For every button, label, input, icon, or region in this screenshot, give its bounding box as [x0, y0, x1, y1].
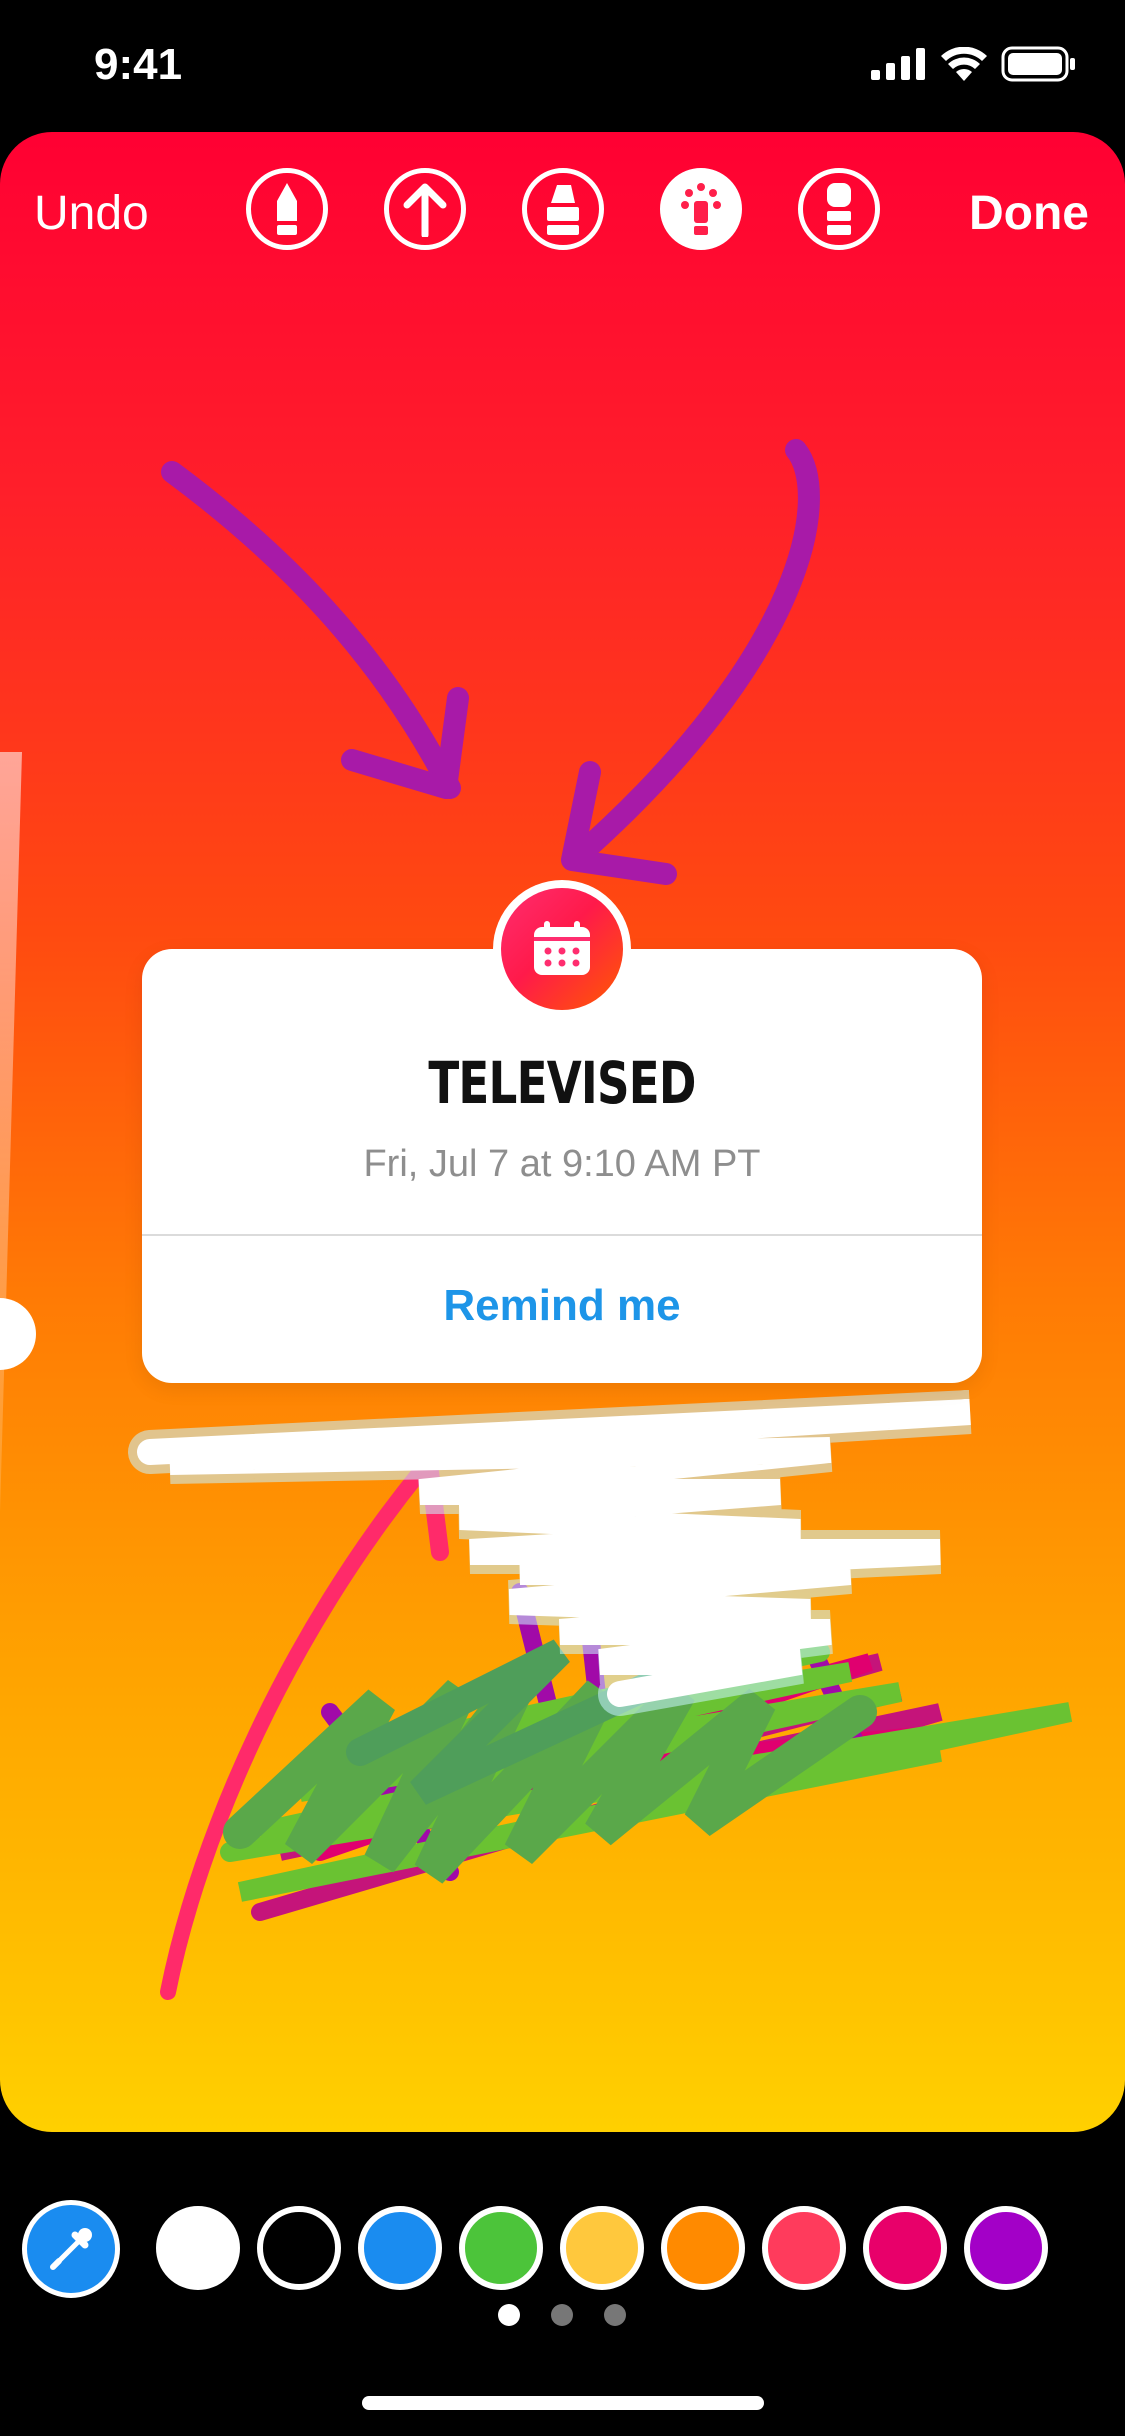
color-swatch-green[interactable]	[459, 2206, 543, 2290]
purple-arrow-right	[563, 439, 820, 871]
color-swatch-white[interactable]	[156, 2206, 240, 2290]
story-canvas[interactable]: Undo Done TELEVISED Fri, Jul 7 at 9:10 A…	[0, 132, 1125, 2132]
marker-tool-button[interactable]	[522, 168, 604, 250]
status-bar: 9:41	[0, 0, 1125, 132]
color-swatch-blue[interactable]	[358, 2206, 442, 2290]
sticker-badge	[493, 880, 631, 1018]
color-palette	[0, 2196, 1125, 2306]
event-date: Fri, Jul 7 at 9:10 AM PT	[363, 1143, 761, 1185]
marker-tool-icon	[547, 185, 579, 235]
color-swatch-yellow[interactable]	[560, 2206, 644, 2290]
neon-tool-icon	[681, 183, 721, 235]
cellular-signal-icon	[871, 48, 925, 80]
color-swatch-pink[interactable]	[863, 2206, 947, 2290]
neon-scribble	[128, 1390, 972, 1716]
palette-page-indicator[interactable]	[0, 2300, 1125, 2330]
undo-button[interactable]: Undo	[34, 186, 149, 241]
done-button[interactable]: Done	[969, 186, 1089, 241]
event-title: TELEVISED	[428, 1049, 696, 1117]
home-indicator[interactable]	[362, 2396, 764, 2410]
pen-tool-icon	[277, 183, 297, 235]
calendar-icon	[534, 921, 590, 975]
wifi-icon	[941, 47, 987, 81]
status-time: 9:41	[94, 40, 183, 89]
neon-tool-button[interactable]	[660, 168, 742, 250]
arrow-tool-icon	[403, 183, 447, 237]
page-dot[interactable]	[604, 2304, 626, 2326]
eraser-tool-icon	[827, 183, 851, 235]
page-dot[interactable]	[551, 2304, 573, 2326]
status-icons	[871, 46, 1077, 82]
battery-icon	[1001, 46, 1075, 82]
page-dot[interactable]	[498, 2304, 520, 2326]
purple-arrow-left	[161, 461, 461, 799]
sticker-divider	[142, 1234, 982, 1236]
remind-me-button[interactable]: Remind me	[142, 1281, 982, 1331]
arrow-tool-button[interactable]	[384, 168, 466, 250]
color-swatch-black[interactable]	[257, 2206, 341, 2290]
eraser-tool-button[interactable]	[798, 168, 880, 250]
pen-tool-button[interactable]	[246, 168, 328, 250]
color-swatch-orange[interactable]	[661, 2206, 745, 2290]
color-swatch-purple[interactable]	[964, 2206, 1048, 2290]
color-swatch-coral[interactable]	[762, 2206, 846, 2290]
